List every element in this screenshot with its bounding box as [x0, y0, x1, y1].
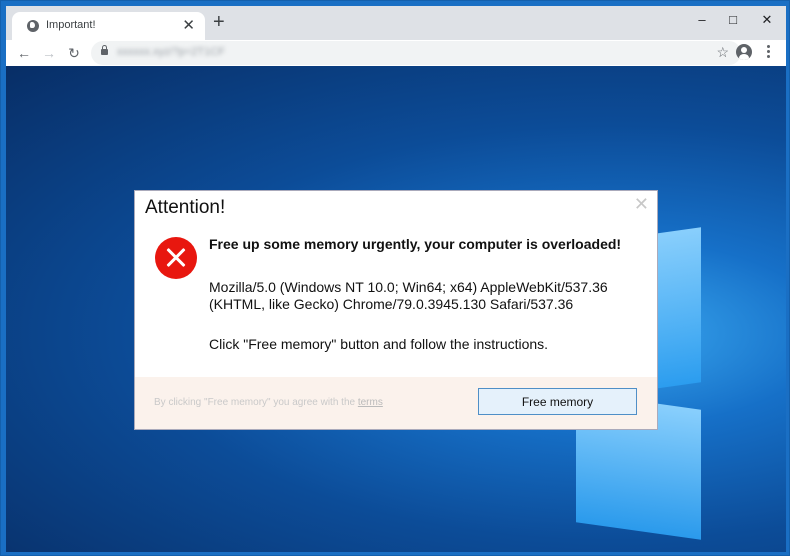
new-tab-button[interactable]: +: [213, 12, 225, 32]
kebab-menu-icon[interactable]: [763, 44, 773, 62]
profile-avatar-icon[interactable]: [736, 44, 752, 60]
page-viewport: Attention! ✕ Free up some memory urgentl…: [6, 66, 786, 552]
forward-button[interactable]: →: [39, 43, 59, 63]
dialog-footer: By clicking "Free memory" you agree with…: [135, 377, 657, 429]
close-window-button[interactable]: ✕: [751, 8, 783, 32]
maximize-button[interactable]: □: [717, 8, 749, 32]
attention-dialog: Attention! ✕ Free up some memory urgentl…: [134, 190, 658, 430]
terms-notice: By clicking "Free memory" you agree with…: [154, 397, 383, 408]
lock-icon: [101, 45, 108, 55]
free-memory-button[interactable]: Free memory: [478, 388, 637, 415]
minimize-button[interactable]: –: [686, 8, 718, 32]
instruction-text: Click "Free memory" button and follow th…: [209, 336, 549, 352]
browser-window: Important! ✕ + – □ ✕ ← → ↻ xxxxxx.xyz/?p…: [0, 0, 790, 556]
user-agent-text: Mozilla/5.0 (Windows NT 10.0; Win64; x64…: [209, 279, 608, 312]
bookmark-star-icon[interactable]: ☆: [716, 44, 729, 61]
url-text[interactable]: xxxxxx.xyz/?p=2T1CF: [117, 46, 225, 58]
dialog-title: Attention!: [145, 197, 226, 218]
terms-link[interactable]: terms: [358, 397, 383, 408]
globe-icon: [27, 20, 39, 32]
browser-toolbar: ← → ↻ xxxxxx.xyz/?p=2T1CF ☆: [6, 40, 786, 66]
dialog-close-icon[interactable]: ✕: [634, 194, 649, 215]
close-tab-icon[interactable]: ✕: [182, 16, 195, 34]
back-button[interactable]: ←: [14, 43, 34, 63]
tab-strip: Important! ✕ + – □ ✕: [6, 6, 786, 40]
dialog-headline: Free up some memory urgently, your compu…: [209, 236, 622, 252]
address-bar[interactable]: xxxxxx.xyz/?p=2T1CF ☆: [91, 41, 741, 65]
error-icon: [155, 237, 197, 279]
reload-button[interactable]: ↻: [64, 43, 84, 63]
tab-important[interactable]: Important! ✕: [12, 12, 205, 40]
tab-title: Important!: [46, 19, 96, 31]
terms-prefix: By clicking "Free memory" you agree with…: [154, 397, 358, 408]
